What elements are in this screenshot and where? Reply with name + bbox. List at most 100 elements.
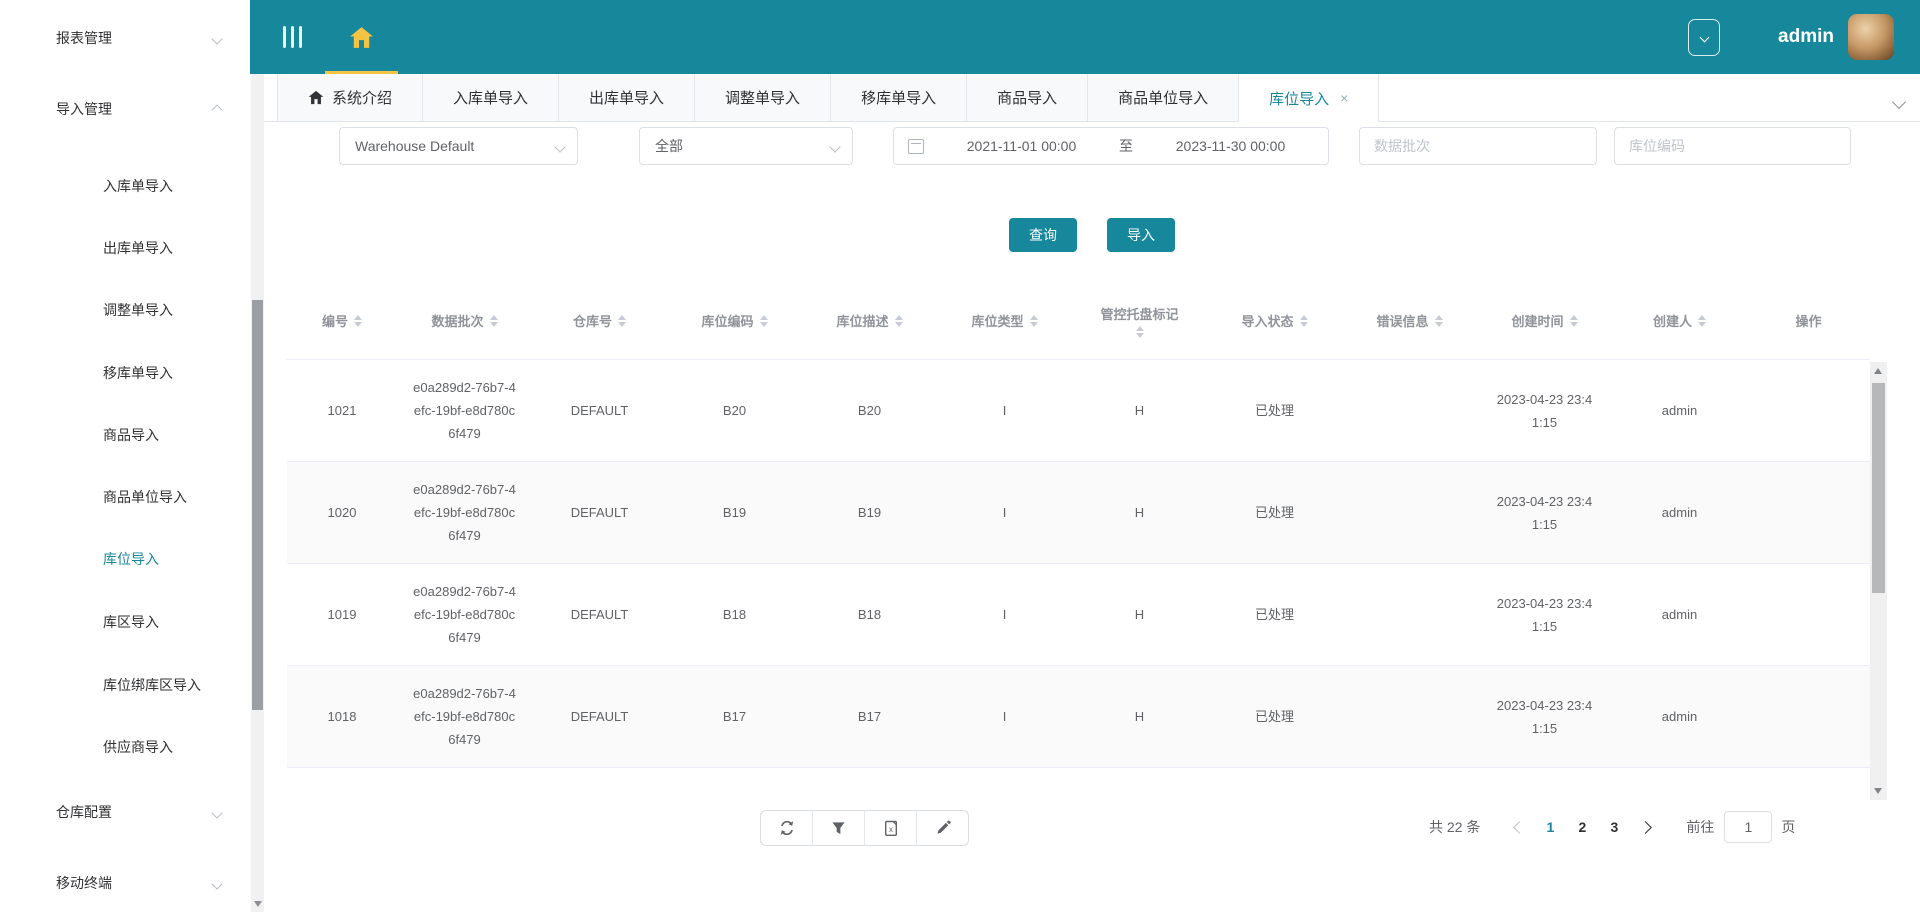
search-button[interactable]: 查询 (1009, 218, 1077, 252)
location-code-input[interactable] (1615, 128, 1850, 164)
date-range-picker[interactable]: 2021-11-01 00:00 至 2023-11-30 00:00 (893, 127, 1329, 165)
sort-caret-icon[interactable] (1299, 314, 1308, 327)
sidebar-item-area-import[interactable]: 库区导入 (0, 606, 251, 638)
tab-system-intro[interactable]: 系统介绍 (277, 74, 424, 121)
sort-caret-icon[interactable] (1569, 314, 1578, 327)
sidebar-item-location-import[interactable]: 库位导入 (0, 543, 251, 575)
column-header-warehouse[interactable]: 仓库号 (532, 311, 667, 330)
column-header-type[interactable]: 库位类型 (937, 311, 1072, 330)
home-icon (350, 26, 373, 48)
column-header-desc[interactable]: 库位描述 (802, 311, 937, 330)
date-end: 2023-11-30 00:00 (1175, 138, 1286, 154)
svg-text:x: x (889, 825, 893, 834)
location-code-input-wrap (1614, 127, 1851, 165)
table-body: 1021 e0a289d2-76b7-4efc-19bf-e8d780c6f47… (287, 360, 1870, 806)
tab-outbound-import[interactable]: 出库单导入 (559, 74, 696, 121)
user-avatar[interactable] (1848, 14, 1894, 60)
table-toolbar: x (760, 810, 969, 846)
sidebar-scrollbar[interactable] (251, 74, 264, 912)
sidebar-item-report-mgmt[interactable]: 报表管理 (0, 22, 251, 54)
tab-bar: 系统介绍 入库单导入 出库单导入 调整单导入 移库单导入 商品导入 商品单位导入… (264, 74, 1920, 122)
sidebar-item-location-bind-area-import[interactable]: 库位绑库区导入 (0, 669, 251, 701)
refresh-icon (780, 820, 793, 836)
chevron-down-icon (211, 878, 223, 890)
sort-caret-icon[interactable] (1029, 314, 1038, 327)
table-row-partial: e0a289d2-76b7 (287, 768, 1870, 806)
sidebar-item-goods-import[interactable]: 商品导入 (0, 419, 251, 451)
filter-icon (832, 822, 845, 835)
date-separator: 至 (1119, 138, 1133, 154)
tab-adjust-import[interactable]: 调整单导入 (695, 74, 832, 121)
refresh-button[interactable] (761, 811, 813, 845)
sort-caret-icon[interactable] (618, 314, 626, 327)
tab-inbound-import[interactable]: 入库单导入 (423, 74, 560, 121)
warehouse-select[interactable]: Warehouse Default (339, 127, 578, 165)
column-header-created[interactable]: 创建时间 (1477, 311, 1612, 330)
sidebar-item-supplier-import[interactable]: 供应商导入 (0, 731, 251, 763)
sort-caret-icon[interactable] (354, 314, 362, 327)
goto-page-input[interactable] (1724, 811, 1773, 843)
sidebar: 报表管理 导入管理 入库单导入 出库单导入 调整单导入 移库单导入 商品导入 商… (0, 0, 251, 912)
column-header-status[interactable]: 导入状态 (1207, 311, 1342, 330)
prev-page-button[interactable] (1504, 820, 1534, 834)
table-scrollbar[interactable] (1870, 362, 1887, 800)
tab-goods-import[interactable]: 商品导入 (967, 74, 1089, 121)
username-label: admin (1778, 26, 1834, 47)
scroll-up-arrow-icon[interactable] (1874, 368, 1882, 374)
sidebar-item-goods-unit-import[interactable]: 商品单位导入 (0, 481, 251, 513)
page-button-3[interactable]: 3 (1598, 819, 1630, 835)
sidebar-item-outbound-import[interactable]: 出库单导入 (0, 232, 251, 264)
chevron-left-icon (1512, 820, 1526, 834)
sidebar-item-label: 移动终端 (56, 875, 112, 891)
scroll-down-arrow-icon[interactable] (1874, 788, 1882, 794)
tab-location-import[interactable]: 库位导入 × (1239, 74, 1380, 122)
chevron-right-icon (1638, 820, 1652, 834)
sort-caret-icon[interactable] (1135, 325, 1144, 338)
chevron-up-icon (211, 104, 223, 116)
sort-caret-icon[interactable] (1434, 314, 1443, 327)
column-header-error[interactable]: 错误信息 (1342, 311, 1477, 330)
home-nav-button[interactable] (325, 0, 398, 74)
table-scrollbar-thumb[interactable] (1872, 383, 1885, 593)
tab-list-dropdown-icon[interactable] (1891, 94, 1907, 112)
action-button-row: 查询 导入 (264, 218, 1920, 252)
sidebar-item-warehouse-config[interactable]: 仓库配置 (0, 796, 251, 828)
sort-caret-icon[interactable] (759, 314, 768, 327)
sidebar-item-move-import[interactable]: 移库单导入 (0, 357, 251, 389)
sidebar-item-import-mgmt[interactable]: 导入管理 (0, 93, 251, 125)
column-header-batch[interactable]: 数据批次 (397, 311, 532, 330)
calendar-icon (908, 138, 924, 154)
table-header: 编号 数据批次 仓库号 库位编码 库位描述 库位类型 管控托盘标记 导入状态 错… (287, 282, 1870, 360)
column-header-id[interactable]: 编号 (287, 311, 397, 330)
header-dropdown-button[interactable] (1688, 18, 1721, 56)
sidebar-scrollbar-thumb[interactable] (252, 300, 263, 710)
page-button-2[interactable]: 2 (1566, 819, 1598, 835)
menu-collapse-icon[interactable] (283, 26, 302, 48)
tab-goods-unit-import[interactable]: 商品单位导入 (1088, 74, 1240, 121)
sort-caret-icon[interactable] (894, 314, 903, 327)
scroll-down-arrow-icon[interactable] (254, 901, 262, 907)
sort-caret-icon[interactable] (489, 314, 498, 327)
sidebar-item-mobile-terminal[interactable]: 移动终端 (0, 867, 251, 899)
pencil-icon (937, 820, 951, 834)
sort-caret-icon[interactable] (1698, 314, 1706, 327)
edit-button[interactable] (917, 811, 968, 845)
page-button-1[interactable]: 1 (1534, 819, 1566, 835)
batch-input[interactable] (1360, 128, 1596, 164)
scope-select[interactable]: 全部 (639, 127, 853, 165)
pagination: 共 22 条 1 2 3 前往 页 (1429, 810, 1795, 844)
filter-button[interactable] (813, 811, 865, 845)
column-header-pallet-flag[interactable]: 管控托盘标记 (1072, 304, 1207, 338)
chevron-down-icon (211, 33, 223, 45)
export-excel-button[interactable]: x (865, 811, 917, 845)
home-icon (308, 90, 324, 105)
sidebar-item-inbound-import[interactable]: 入库单导入 (0, 170, 251, 202)
tab-move-import[interactable]: 移库单导入 (831, 74, 968, 121)
active-tab-indicator (325, 71, 398, 74)
import-button[interactable]: 导入 (1107, 218, 1175, 252)
close-icon[interactable]: × (1340, 91, 1348, 105)
column-header-creator[interactable]: 创建人 (1612, 311, 1747, 330)
column-header-code[interactable]: 库位编码 (667, 311, 802, 330)
sidebar-item-adjust-import[interactable]: 调整单导入 (0, 294, 251, 326)
next-page-button[interactable] (1630, 820, 1660, 834)
